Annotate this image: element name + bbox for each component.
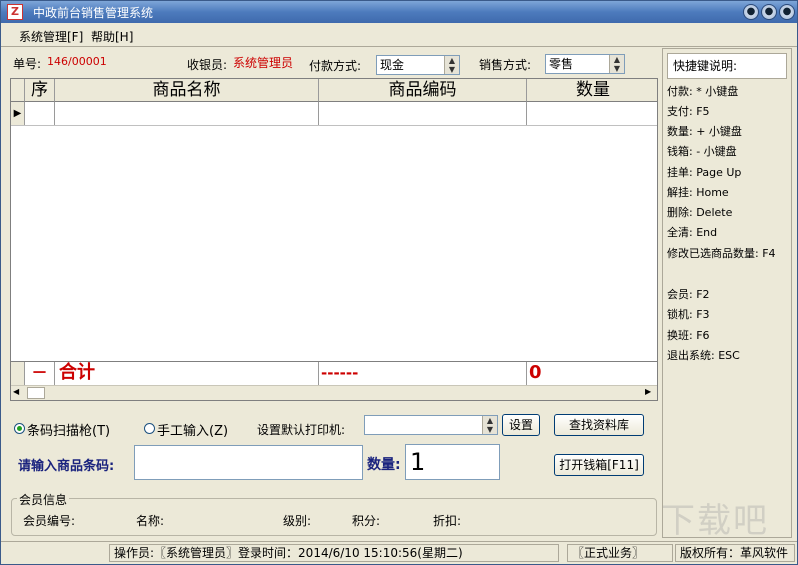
row-pointer-icon: ▶ [11, 102, 25, 125]
payment-select[interactable]: 现金 ▲ ▼ [376, 55, 460, 75]
order-number-value: 146/00001 [47, 55, 107, 68]
sale-mode-select[interactable]: 零售 ▲ ▼ [545, 54, 625, 74]
printer-label: 设置默认打印机: [257, 423, 346, 437]
payment-label: 付款方式: [309, 59, 362, 73]
sale-mode-label: 销售方式: [479, 58, 532, 72]
col-header-seq[interactable]: 序 [25, 79, 55, 102]
scroll-thumb[interactable] [27, 387, 45, 399]
col-header-qty[interactable]: 数量 [527, 79, 657, 102]
manual-radio[interactable] [144, 423, 155, 434]
total-minus: － [25, 362, 55, 385]
app-icon: Z [7, 4, 23, 20]
minimize-icon[interactable]: ● [743, 4, 759, 20]
barcode-label: 请输入商品条码: [18, 459, 115, 474]
status-bar: 操作员:〖系统管理员〗登录时间：2014/6/10 15:10:56(星期二) … [1, 541, 797, 564]
quantity-label: 数量: [367, 457, 401, 473]
shortcut-line: 锁机: F3 [667, 308, 710, 321]
member-group-title: 会员信息 [17, 491, 70, 508]
col-header-code[interactable]: 商品编码 [319, 79, 527, 102]
cashier-value: 系统管理员 [233, 56, 294, 70]
member-level-label: 级别: [283, 514, 312, 528]
status-copyright: 版权所有：革风软件 [675, 544, 795, 562]
spin-arrows-icon[interactable]: ▲ ▼ [609, 55, 624, 73]
total-row-header [11, 362, 25, 385]
shortcut-line: 换班: F6 [667, 329, 710, 342]
search-database-button[interactable]: 查找资料库 [554, 414, 644, 436]
total-qty: 0 [529, 362, 542, 383]
total-label: 合计 [55, 362, 319, 385]
payment-value: 现金 [380, 58, 405, 72]
menu-help[interactable]: 帮助[H] [91, 28, 133, 45]
shortcut-line: 修改已选商品数量: F4 [667, 247, 776, 260]
shortcut-line: 退出系统: ESC [667, 349, 740, 362]
quantity-value: 1 [410, 448, 426, 476]
shortcut-line: 数量: + 小键盘 [667, 125, 742, 138]
order-number-label: 单号: [13, 57, 42, 71]
cell-seq[interactable] [25, 102, 55, 125]
col-header-name[interactable]: 商品名称 [55, 79, 319, 102]
scanner-label[interactable]: 条码扫描枪(T) [27, 420, 110, 439]
shortcut-line: 删除: Delete [667, 206, 733, 219]
main-window: Z 中政前台销售管理系统 ● ● ● 系统管理[F] 帮助[H] 单号: 146… [0, 0, 798, 565]
shortcut-line: 挂单: Page Up [667, 166, 742, 179]
shortcut-line: 支付: F5 [667, 105, 710, 118]
set-printer-button[interactable]: 设置 [502, 414, 540, 436]
total-row: － 合计 ------ 0 [11, 361, 657, 385]
total-code: ------ [319, 362, 527, 385]
member-points-label: 积分: [352, 514, 381, 528]
shortcut-panel: 快捷键说明: 付款: * 小键盘 支付: F5 数量: + 小键盘 钱箱: - … [662, 48, 792, 538]
shortcut-line: 付款: * 小键盘 [667, 85, 739, 98]
watermark-logo: 下载吧 [661, 501, 769, 541]
shortcut-line: 解挂: Home [667, 186, 729, 199]
shortcut-line: 钱箱: - 小键盘 [667, 145, 737, 158]
barcode-input[interactable] [134, 445, 363, 480]
shortcut-line: 会员: F2 [667, 288, 710, 301]
spin-arrows-icon[interactable]: ▲ ▼ [444, 56, 459, 74]
member-id-label: 会员编号: [23, 514, 76, 528]
menu-divider [1, 46, 797, 47]
shortcut-line: 全清: End [667, 226, 718, 239]
scroll-right-icon[interactable]: ▶ [645, 387, 651, 396]
restore-icon[interactable]: ● [761, 4, 777, 20]
status-operator: 操作员:〖系统管理员〗登录时间：2014/6/10 15:10:56(星期二) [109, 544, 559, 562]
sale-mode-value: 零售 [549, 57, 574, 71]
row-header-corner [11, 79, 25, 102]
scroll-left-icon[interactable]: ◀ [13, 387, 19, 396]
sales-grid[interactable]: 序 商品名称 商品编码 数量 ▶ － 合计 ------ 0 ◀ ▶ [10, 78, 658, 401]
member-discount-label: 折扣: [433, 514, 462, 528]
window-title: 中政前台销售管理系统 [33, 6, 154, 20]
scanner-radio[interactable] [14, 423, 25, 434]
spin-arrows-icon[interactable]: ▲ ▼ [482, 416, 497, 434]
cashier-label: 收银员: [187, 58, 228, 72]
table-row[interactable]: ▶ [11, 102, 657, 126]
menu-system[interactable]: 系统管理[F] [19, 28, 83, 45]
manual-label[interactable]: 手工输入(Z) [157, 420, 228, 439]
menu-bar: 系统管理[F] 帮助[H] [1, 26, 797, 45]
title-bar[interactable]: Z 中政前台销售管理系统 ● ● ● [1, 1, 797, 23]
quantity-input[interactable]: 1 [405, 444, 500, 480]
shortcut-header: 快捷键说明: [667, 53, 787, 79]
status-mode: 〖正式业务〗 [567, 544, 673, 562]
member-name-label: 名称: [136, 514, 165, 528]
horizontal-scrollbar[interactable]: ◀ ▶ [11, 385, 657, 400]
printer-select[interactable]: ▲ ▼ [364, 415, 498, 435]
open-cash-drawer-button[interactable]: 打开钱箱[F11] [554, 454, 644, 476]
close-icon[interactable]: ● [779, 4, 795, 20]
cell-name[interactable] [55, 102, 319, 125]
cell-code[interactable] [319, 102, 527, 125]
member-info-group [11, 498, 657, 536]
